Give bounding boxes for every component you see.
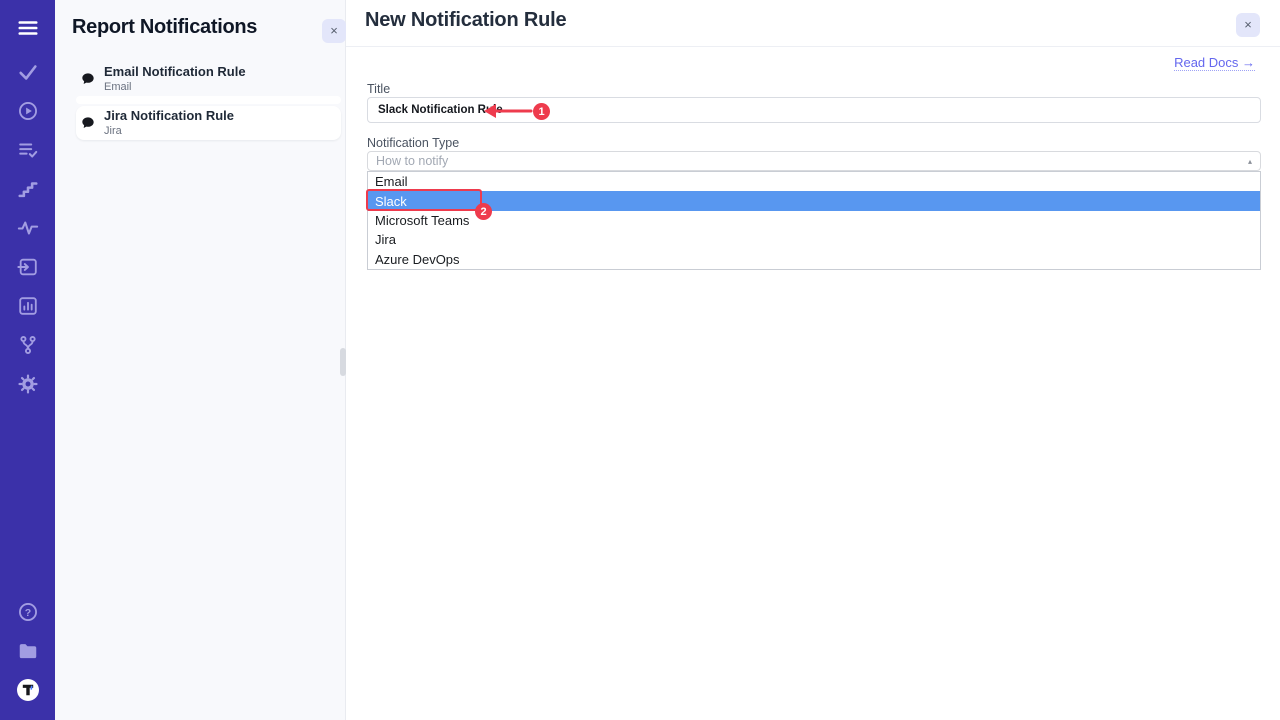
dropdown-option-microsoft-teams[interactable]: Microsoft Teams [368,211,1260,230]
check-icon[interactable] [16,60,40,84]
steps-icon[interactable] [16,177,40,201]
dropdown-option-email[interactable]: Email [368,172,1260,191]
bar-chart-icon[interactable] [16,294,40,318]
svg-text:?: ? [24,607,30,619]
title-field-label: Title [367,82,390,96]
chat-bubble-icon [80,71,96,87]
gear-icon[interactable] [16,372,40,396]
dropdown-option-slack[interactable]: Slack [368,191,1260,210]
help-circle-icon[interactable]: ? [16,600,40,624]
panel-title: Report Notifications [72,16,257,39]
type-field-label: Notification Type [367,136,459,150]
rule-title: Email Notification Rule [104,64,246,79]
main-header: New Notification Rule [346,0,1280,47]
activity-icon[interactable] [16,216,40,240]
rule-subtitle: Jira [104,125,234,138]
new-notification-rule-form: New Notification Rule × Read Docs → Titl… [346,0,1280,720]
notification-rule-list: Email Notification Rule Email Jira Notif… [76,62,341,140]
dropdown-option-jira[interactable]: Jira [368,230,1260,249]
rule-title: Jira Notification Rule [104,108,234,123]
title-input[interactable] [367,97,1261,123]
caret-up-icon: ▴ [1248,157,1252,166]
list-item[interactable]: Jira Notification Rule Jira [76,106,341,140]
box-arrow-in-icon[interactable] [16,255,40,279]
chat-bubble-icon [80,115,96,131]
select-placeholder: How to notify [376,154,1248,168]
panel-resize-handle[interactable] [340,348,346,376]
read-docs-link[interactable]: Read Docs → [1174,55,1255,71]
page-title: New Notification Rule [365,9,566,32]
report-notifications-panel: Report Notifications × Email Notificatio… [55,0,346,720]
rule-subtitle: Email [104,81,246,94]
dropdown-option-azure-devops[interactable]: Azure DevOps [368,250,1260,269]
menu-icon[interactable] [16,16,40,40]
notification-type-listbox: Email Slack Microsoft Teams Jira Azure D… [367,171,1261,270]
play-circle-icon[interactable] [16,99,40,123]
notification-type-select[interactable]: How to notify ▴ [367,151,1261,171]
list-item[interactable]: Email Notification Rule Email [76,62,341,96]
form-close-button[interactable]: × [1236,13,1260,37]
list-divider [76,96,341,104]
list-check-icon[interactable] [16,138,40,162]
git-fork-icon[interactable] [16,333,40,357]
folder-icon[interactable] [16,639,40,663]
panel-close-button[interactable]: × [322,19,346,43]
logo-t-icon[interactable] [16,678,40,702]
app-sidebar: ? [0,0,55,720]
